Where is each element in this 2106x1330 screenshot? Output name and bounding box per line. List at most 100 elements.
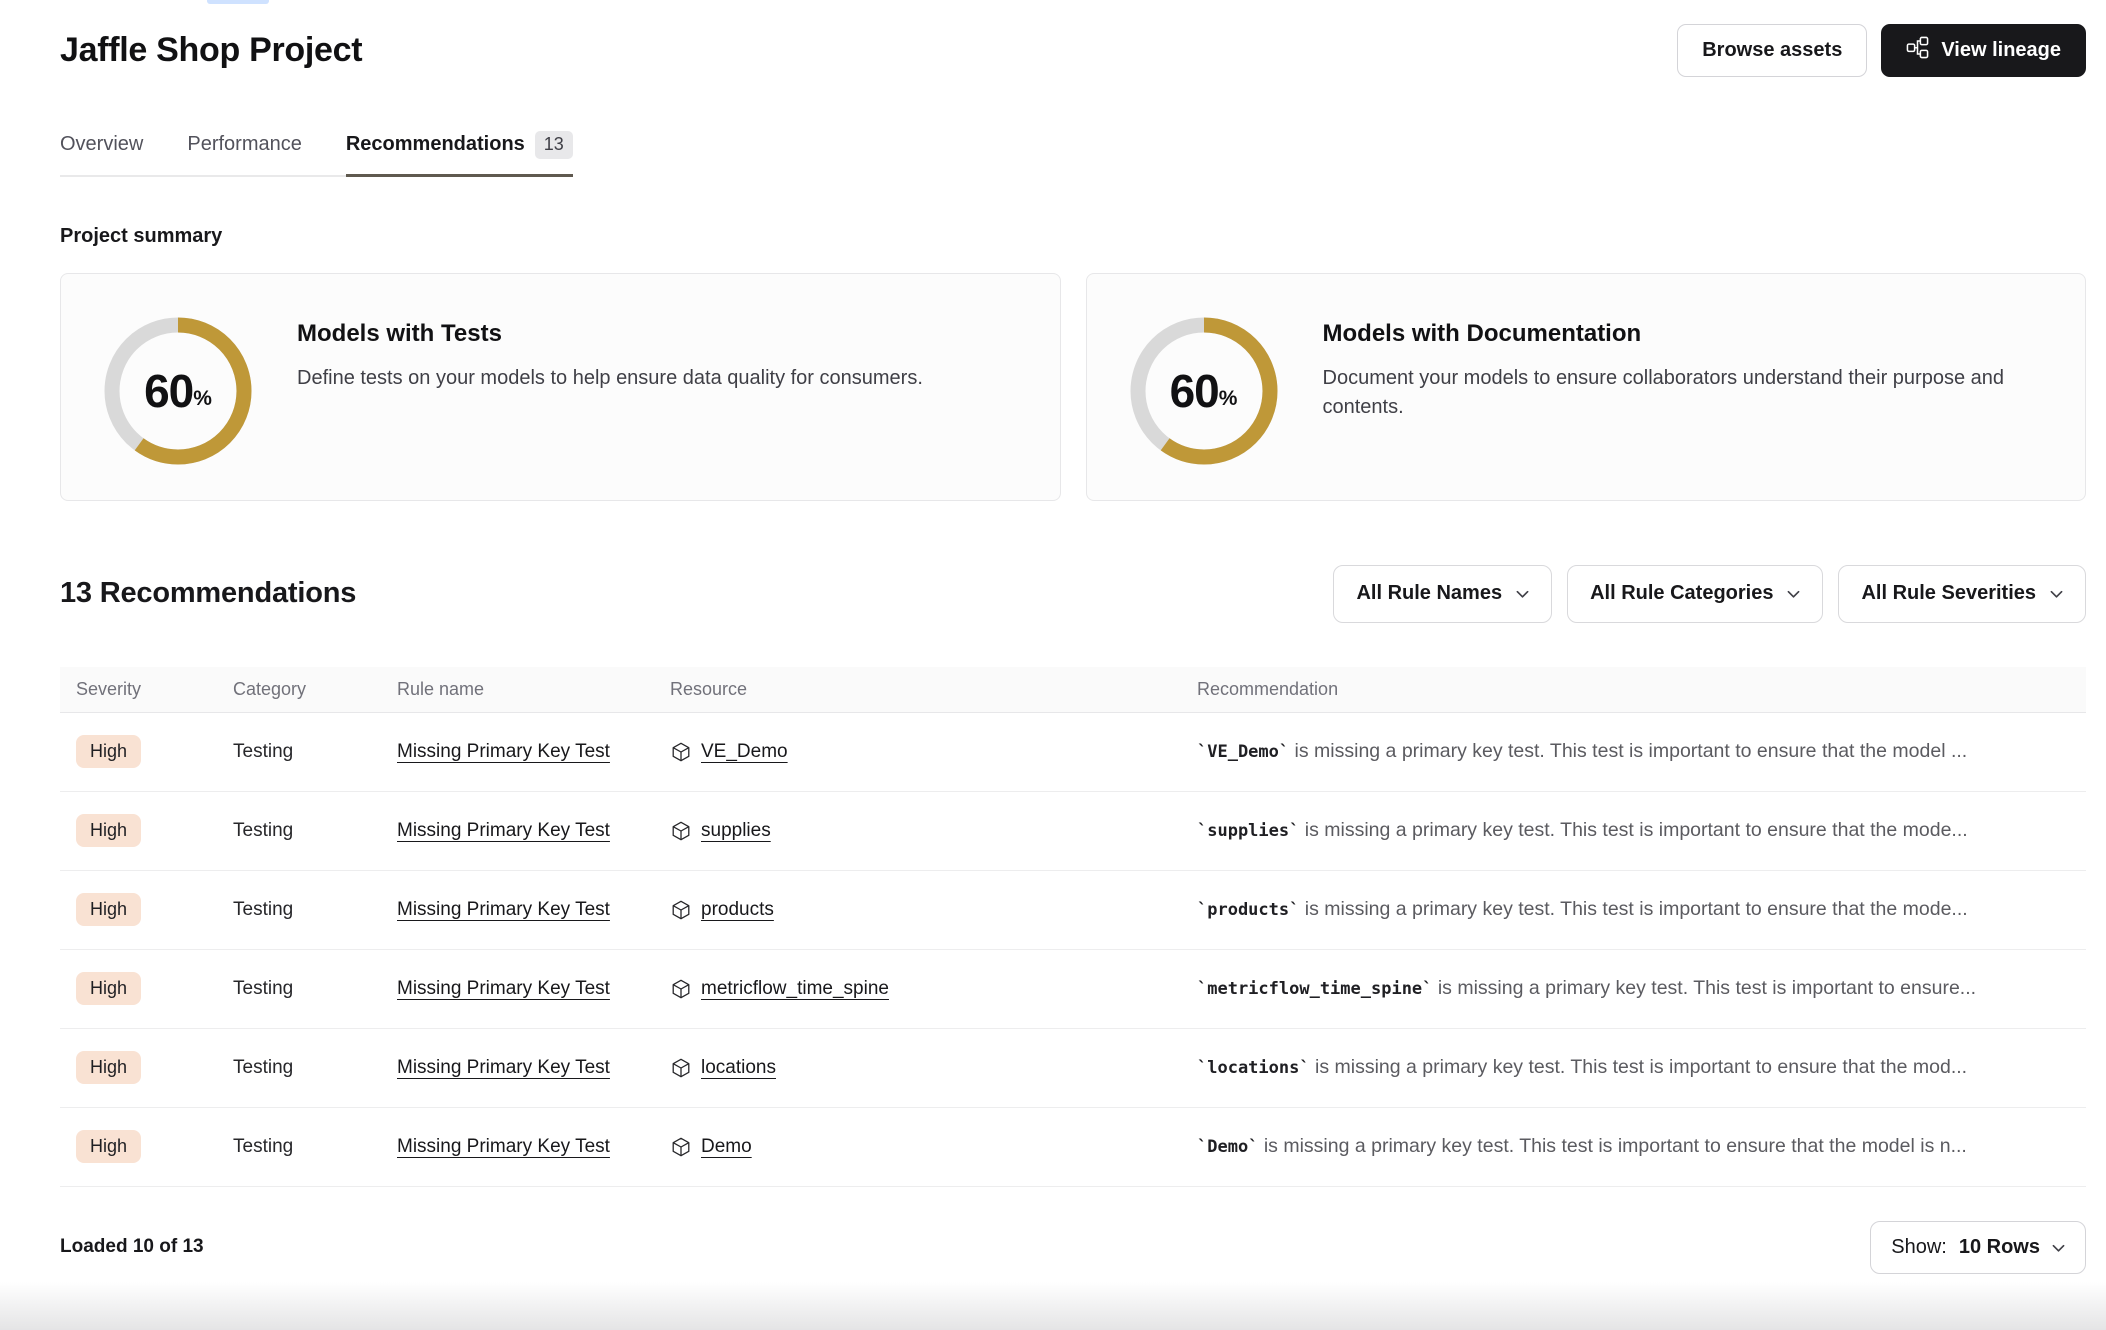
tests-card-description: Define tests on your models to help ensu…	[297, 364, 923, 393]
rule-name-link[interactable]: Missing Primary Key Test	[397, 899, 610, 920]
recommendation-cell: `metricflow_time_spine` is missing a pri…	[1197, 977, 2086, 1000]
model-cube-icon	[670, 899, 692, 921]
category-cell: Testing	[233, 1057, 397, 1079]
tab-bar: Overview Performance Recommendations 13	[60, 131, 573, 177]
chevron-down-icon	[2050, 582, 2063, 605]
rule-name-link[interactable]: Missing Primary Key Test	[397, 820, 610, 841]
resource-link[interactable]: Demo	[701, 1136, 752, 1158]
chevron-down-icon	[2052, 1236, 2065, 1259]
column-header-recommendation: Recommendation	[1197, 679, 2086, 700]
docs-percent-sign: %	[1219, 387, 1238, 411]
resource-link[interactable]: VE_Demo	[701, 741, 788, 763]
project-summary-label: Project summary	[60, 225, 2086, 248]
resource-code: `supplies`	[1197, 821, 1299, 841]
browse-assets-button[interactable]: Browse assets	[1677, 24, 1867, 77]
recommendation-cell: `locations` is missing a primary key tes…	[1197, 1056, 2086, 1079]
resource-link[interactable]: locations	[701, 1057, 776, 1079]
category-cell: Testing	[233, 978, 397, 1000]
tab-overview[interactable]: Overview	[60, 131, 143, 177]
header-actions: Browse assets View lineage	[1677, 24, 2086, 77]
recommendation-cell: `products` is missing a primary key test…	[1197, 898, 2086, 921]
severity-badge: High	[76, 735, 141, 768]
tests-card-title: Models with Tests	[297, 320, 923, 348]
table-row: High Testing Missing Primary Key Test su…	[60, 792, 2086, 871]
docs-percent-value: 60	[1170, 364, 1219, 418]
view-lineage-button[interactable]: View lineage	[1881, 24, 2086, 77]
category-cell: Testing	[233, 741, 397, 763]
recommendation-text: is missing a primary key test. This test…	[1432, 977, 1976, 999]
summary-cards: 60 % Models with Tests Define tests on y…	[60, 273, 2086, 501]
loaded-status: Loaded 10 of 13	[60, 1236, 204, 1258]
view-lineage-label: View lineage	[1941, 39, 2061, 62]
model-cube-icon	[670, 978, 692, 1000]
tab-recommendations-label: Recommendations	[346, 133, 525, 156]
rule-names-filter[interactable]: All Rule Names	[1333, 565, 1552, 623]
recommendations-heading: 13 Recommendations	[60, 577, 356, 610]
category-cell: Testing	[233, 820, 397, 842]
severity-badge: High	[76, 1051, 141, 1084]
tests-donut-chart: 60 %	[103, 316, 253, 466]
page-title: Jaffle Shop Project	[60, 31, 362, 70]
recommendation-text: is missing a primary key test. This test…	[1310, 1056, 1967, 1078]
rule-name-link[interactable]: Missing Primary Key Test	[397, 1057, 610, 1078]
rule-name-link[interactable]: Missing Primary Key Test	[397, 741, 610, 762]
show-rows-select[interactable]: Show: 10 Rows	[1870, 1221, 2086, 1274]
table-row: High Testing Missing Primary Key Test VE…	[60, 713, 2086, 792]
severity-badge: High	[76, 814, 141, 847]
rule-name-link[interactable]: Missing Primary Key Test	[397, 978, 610, 999]
column-header-rule-name: Rule name	[397, 679, 670, 700]
recommendations-table: Severity Category Rule name Resource Rec…	[60, 667, 2086, 1187]
category-cell: Testing	[233, 1136, 397, 1158]
resource-link[interactable]: supplies	[701, 820, 771, 842]
resource-code: `Demo`	[1197, 1137, 1258, 1157]
resource-code: `products`	[1197, 900, 1299, 920]
recommendation-cell: `supplies` is missing a primary key test…	[1197, 819, 2086, 842]
resource-link[interactable]: metricflow_time_spine	[701, 978, 889, 1000]
recommendation-text: is missing a primary key test. This test…	[1289, 740, 1967, 762]
recommendation-text: is missing a primary key test. This test…	[1299, 898, 1967, 920]
chevron-down-icon	[1516, 582, 1529, 605]
tests-percent-sign: %	[193, 387, 212, 411]
column-header-severity: Severity	[76, 679, 233, 700]
model-cube-icon	[670, 820, 692, 842]
recommendation-text: is missing a primary key test. This test…	[1299, 819, 1967, 841]
table-header-row: Severity Category Rule name Resource Rec…	[60, 667, 2086, 713]
page: Jaffle Shop Project Browse assets View l…	[0, 0, 2106, 1330]
rule-categories-filter[interactable]: All Rule Categories	[1567, 565, 1823, 623]
table-row: High Testing Missing Primary Key Test me…	[60, 950, 2086, 1029]
tab-performance-label: Performance	[187, 133, 302, 156]
docs-card-title: Models with Documentation	[1323, 320, 2046, 348]
severity-badge: High	[76, 1130, 141, 1163]
models-with-docs-card: 60 % Models with Documentation Document …	[1086, 273, 2087, 501]
table-row: High Testing Missing Primary Key Test pr…	[60, 871, 2086, 950]
model-cube-icon	[670, 741, 692, 763]
show-rows-value: 10 Rows	[1959, 1236, 2040, 1259]
resource-code: `locations`	[1197, 1058, 1310, 1078]
tab-recommendations[interactable]: Recommendations 13	[346, 131, 573, 177]
recommendation-cell: `Demo` is missing a primary key test. Th…	[1197, 1135, 2086, 1158]
docs-card-description: Document your models to ensure collabora…	[1323, 364, 2046, 422]
scroll-fade-overlay	[0, 1282, 2106, 1330]
page-header: Jaffle Shop Project Browse assets View l…	[60, 0, 2086, 77]
model-cube-icon	[670, 1057, 692, 1079]
rule-names-filter-label: All Rule Names	[1356, 582, 1502, 605]
rule-categories-filter-label: All Rule Categories	[1590, 582, 1773, 605]
table-row: High Testing Missing Primary Key Test De…	[60, 1108, 2086, 1187]
column-header-resource: Resource	[670, 679, 1197, 700]
recommendation-cell: `VE_Demo` is missing a primary key test.…	[1197, 740, 2086, 763]
models-with-tests-card: 60 % Models with Tests Define tests on y…	[60, 273, 1061, 501]
table-row: High Testing Missing Primary Key Test lo…	[60, 1029, 2086, 1108]
rule-severities-filter[interactable]: All Rule Severities	[1838, 565, 2086, 623]
filter-bar: All Rule Names All Rule Categories All R…	[1333, 565, 2086, 623]
severity-badge: High	[76, 972, 141, 1005]
tests-percent-value: 60	[144, 364, 193, 418]
rule-name-link[interactable]: Missing Primary Key Test	[397, 1136, 610, 1157]
resource-code: `VE_Demo`	[1197, 742, 1289, 762]
docs-donut-chart: 60 %	[1129, 316, 1279, 466]
tab-performance[interactable]: Performance	[187, 131, 302, 177]
column-header-category: Category	[233, 679, 397, 700]
chevron-down-icon	[1787, 582, 1800, 605]
lineage-icon	[1906, 36, 1929, 65]
resource-link[interactable]: products	[701, 899, 774, 921]
show-label: Show:	[1891, 1236, 1947, 1259]
